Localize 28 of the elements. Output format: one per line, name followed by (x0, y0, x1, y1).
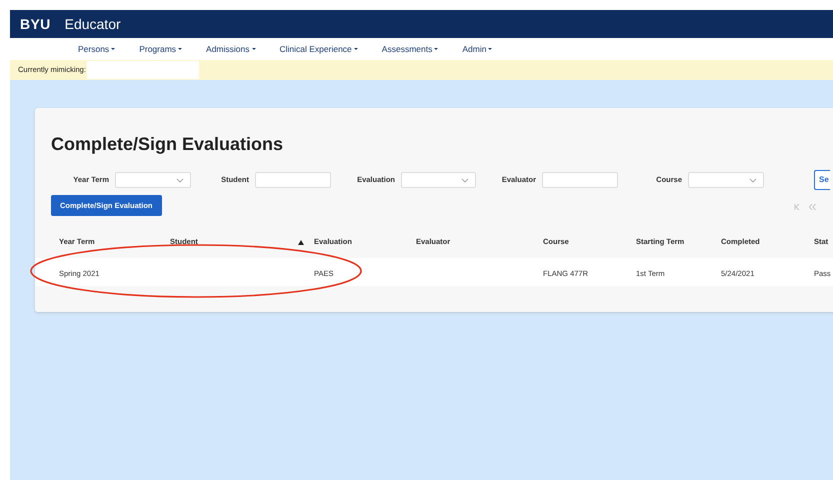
caret-icon (354, 48, 358, 50)
caret-icon (252, 48, 256, 50)
caret-icon (434, 48, 438, 50)
filter-select[interactable] (115, 172, 191, 188)
chevron-icon (749, 178, 757, 182)
logo: BYU (20, 14, 51, 34)
first-page-icon (794, 204, 800, 210)
caret-icon (178, 48, 182, 50)
chevron-icon (461, 178, 469, 182)
nav-menu[interactable]: Admin (462, 42, 492, 56)
sort-ascending-icon (298, 240, 304, 244)
filter-select[interactable] (401, 172, 476, 188)
nav-menu[interactable]: Admissions (206, 42, 256, 56)
nav-menu[interactable]: Programs (139, 42, 182, 56)
nav-menu[interactable]: Clinical Experience (280, 42, 358, 56)
filter-field[interactable] (255, 172, 331, 188)
previous-page-icon (808, 204, 816, 210)
chevron-icon (176, 178, 184, 182)
nav-menu[interactable]: Assessments (382, 42, 438, 56)
caret-icon (111, 48, 116, 50)
filter-field[interactable] (542, 172, 618, 188)
nav-menu[interactable]: Persons (78, 42, 116, 56)
search-button[interactable]: Se (814, 170, 830, 190)
filter-select[interactable] (688, 172, 764, 188)
mimic-field[interactable] (86, 61, 199, 79)
page-title: Complete/Sign Evaluations (50, 133, 284, 156)
caret-icon (488, 48, 492, 50)
app-name: Educator (64, 14, 121, 34)
